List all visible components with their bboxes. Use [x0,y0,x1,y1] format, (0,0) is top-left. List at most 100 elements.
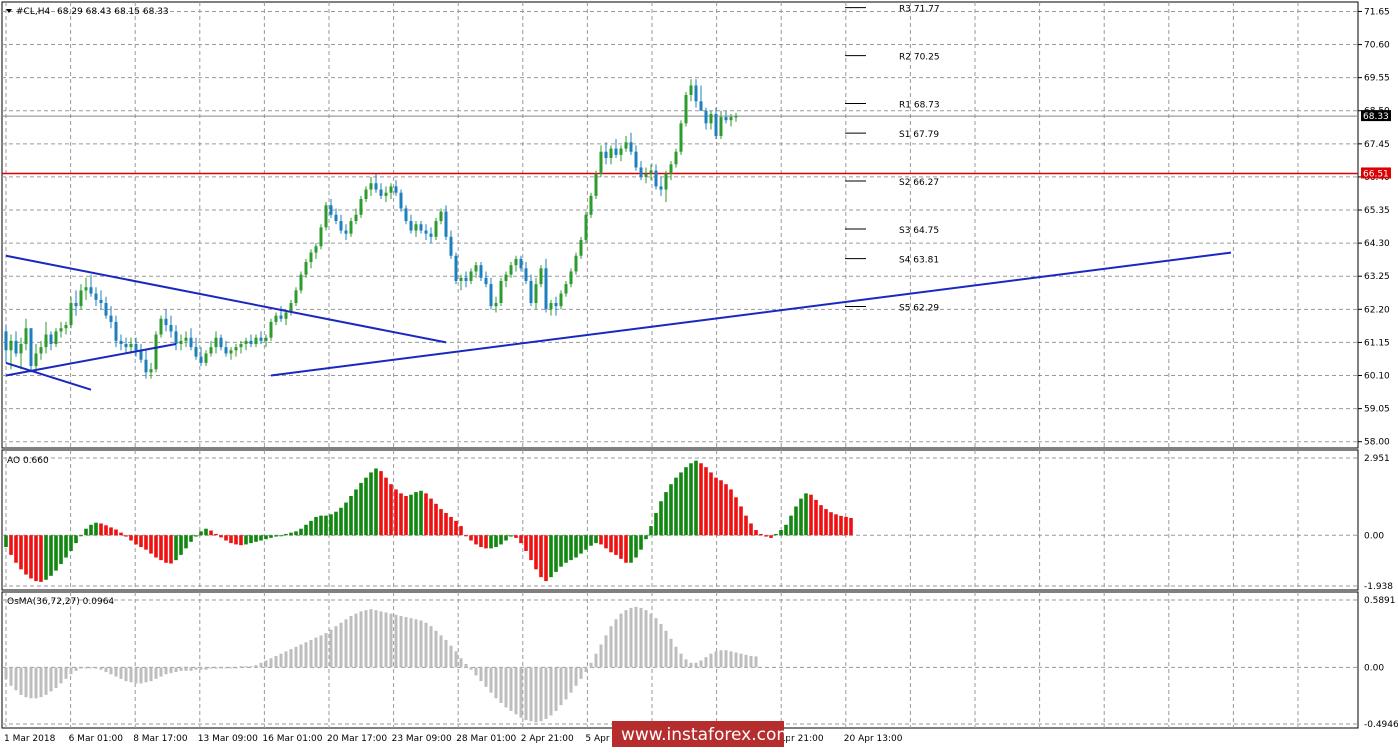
candle-body [79,290,83,307]
candle-body [579,239,583,256]
osma-bar [619,613,623,668]
osma-bar [689,662,693,668]
osma-bar [554,667,558,711]
osma-bar [539,667,543,722]
osma-bar [704,657,708,668]
candle-series [4,79,738,379]
chart-canvas[interactable]: R3 71.77 R2 70.25 R1 68.73 S1 67.79 S2 66.27… [0,0,1398,749]
osma-bar [194,667,198,670]
ao-bar [554,535,558,572]
osma-bar [44,667,48,695]
candle-body [464,277,468,281]
candle-body [359,198,363,215]
osma-bar [24,667,28,698]
osma-bar [514,667,518,715]
x-tick-label: 2 Apr 21:00 [521,734,574,744]
osma-bar [664,630,668,668]
osma-bar [434,630,438,668]
ao-bar [34,535,38,582]
candle-body [534,284,538,304]
grid-lines [2,2,1358,728]
candle-body [224,347,228,354]
candle-body [574,255,578,272]
ao-bar [54,535,58,571]
candle-body [24,328,28,344]
osma-bar [449,645,453,668]
candle-body [699,101,703,111]
ao-bar [284,533,288,536]
osma-bar [74,667,78,671]
ao-histogram [4,460,853,582]
candle-body [729,117,733,121]
osma-bar [429,626,433,668]
candle-body [499,280,503,304]
ao-bar [584,535,588,550]
ao-bar [444,513,448,536]
ao-bar [349,495,353,536]
y-tick-label: 70.60 [1364,41,1390,51]
osma-bar [234,667,238,669]
osma-bar [134,667,138,684]
candle-body [159,318,163,335]
ao-bar [354,489,358,536]
osma-bar [54,667,58,689]
candle-body [399,192,403,209]
osma-bar [744,654,748,668]
candle-body [124,343,128,348]
ao-bar [819,505,823,536]
candle-body [319,227,323,247]
x-tick-label: 28 Mar 01:00 [456,734,516,744]
candle-body [234,347,238,351]
osma-bar [559,667,563,706]
ao-bar [309,520,313,536]
ao-bar [684,467,688,536]
ao-bar [834,514,838,536]
osma-bar [319,635,323,668]
ao-bar [499,535,503,545]
ao-bar [739,506,743,536]
osma-bar [174,667,178,672]
ao-bar [759,533,763,536]
candle-body [599,151,603,174]
ao-bar [749,523,753,536]
candle-body [394,186,398,193]
osma-bar [579,667,583,679]
ao-bar [534,535,538,570]
ao-bar [614,535,618,555]
trendlines[interactable] [5,251,1232,391]
osma-bar [544,667,548,719]
ao-bar [839,515,843,536]
ao-bar [529,535,533,561]
osma-bar [119,667,123,679]
osma-bar [509,667,513,711]
ao-bar [19,535,23,570]
candle-body [614,148,618,155]
osma-bar [569,667,573,693]
osma-tick-label: 0.5891 [1364,596,1396,606]
current-price-tag: 68.33 [1361,110,1391,122]
osma-bar [659,623,663,668]
ao-bar [159,535,163,561]
osma-bar [169,667,173,674]
ao-bar [134,535,138,545]
candle-body [314,246,318,253]
candle-body [724,117,728,121]
ao-bar [179,535,183,555]
osma-histogram [4,606,758,723]
ao-bar [804,493,808,536]
osma-bar [114,667,118,677]
osma-bar [109,667,113,675]
osma-bar [189,667,193,671]
x-tick-label: 20 Apr 13:00 [844,734,903,744]
candle-body [679,123,683,152]
ao-bar [434,503,438,536]
trendline [270,251,1232,377]
osma-bar [419,620,423,668]
ao-bar [119,532,123,536]
ao-bar [199,531,203,536]
osma-bar [254,665,258,668]
candle-body [114,321,118,341]
ao-bar [519,535,523,544]
ao-bar [89,524,93,536]
candle-body [349,221,353,234]
